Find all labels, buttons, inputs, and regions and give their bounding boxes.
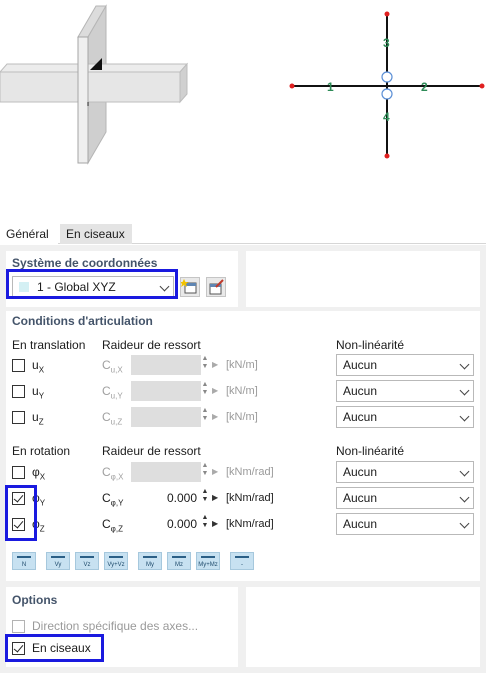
cux-arrow-icon[interactable]: ▶ <box>212 355 220 375</box>
cuy-symbol: Cu,Y <box>102 384 123 401</box>
translation-spring-header: Raideur de ressort <box>102 338 201 352</box>
tab-bar: Général En ciseaux <box>0 224 486 244</box>
translation-nonlinearity-header: Non-linéarité <box>336 338 405 352</box>
cux-value-input[interactable] <box>131 355 201 375</box>
conditions-panel: Conditions d'articulation En translation… <box>6 311 480 581</box>
cuz-unit: [kN/m] <box>226 411 258 423</box>
phiy-nonlinearity-select[interactable]: Aucun <box>336 487 474 509</box>
release-mz-button[interactable]: Mz <box>167 552 191 570</box>
cphiz-spinner[interactable]: ▲ ▼ <box>201 514 209 534</box>
release-my-mz-button[interactable]: My+Mz <box>196 552 220 570</box>
release-n-button[interactable]: N <box>12 552 36 570</box>
release-vy-vz-button[interactable]: Vy+Vz <box>104 552 128 570</box>
options-side-panel <box>246 587 480 667</box>
rotation-spring-header: Raideur de ressort <box>102 444 201 458</box>
release-vy-button[interactable]: Vy <box>46 552 70 570</box>
rotation-header: En rotation <box>12 444 71 458</box>
ux-checkbox[interactable] <box>12 359 25 372</box>
cux-spinner[interactable]: ▲ ▼ <box>201 355 209 375</box>
cuy-arrow-icon[interactable]: ▶ <box>212 381 220 401</box>
uy-checkbox[interactable] <box>12 385 25 398</box>
phix-nonlinearity-select[interactable]: Aucun <box>336 461 474 483</box>
coord-system-side-panel <box>246 251 480 307</box>
release-vz-button[interactable]: Vz <box>75 552 99 570</box>
axis-diagram: 1 2 3 4 <box>289 11 485 159</box>
cphix-arrow-icon[interactable]: ▶ <box>212 462 220 482</box>
axis-label-1: 1 <box>327 80 334 94</box>
coord-system-title: Système de coordonnées <box>12 256 158 270</box>
uz-nonlinearity-select[interactable]: Aucun <box>336 406 474 428</box>
cphiy-arrow-icon[interactable]: ▶ <box>212 488 220 508</box>
chevron-down-icon <box>459 518 470 529</box>
chevron-down-icon <box>459 359 470 370</box>
cphiz-arrow-icon[interactable]: ▶ <box>212 514 220 534</box>
axis-label-2: 2 <box>421 80 428 94</box>
chevron-down-icon <box>459 492 470 503</box>
uz-label: uZ <box>32 410 44 427</box>
main-area: Système de coordonnées 1 - Global XYZ Co… <box>0 245 486 673</box>
cuy-unit: [kN/m] <box>226 385 258 397</box>
cphix-symbol: Cφ,X <box>102 465 124 482</box>
cphiz-unit: [kNm/rad] <box>226 518 274 530</box>
axes-direction-label: Direction spécifique des axes... <box>32 619 199 633</box>
axis-label-3: 3 <box>383 36 390 50</box>
chevron-down-icon <box>459 385 470 396</box>
cphix-spinner[interactable]: ▲ ▼ <box>201 462 209 482</box>
chevron-down-icon <box>459 466 470 477</box>
cuz-arrow-icon[interactable]: ▶ <box>212 407 220 427</box>
phiz-nonlinearity-select[interactable]: Aucun <box>336 513 474 535</box>
cphix-unit: [kNm/rad] <box>226 466 274 478</box>
cphiy-unit: [kNm/rad] <box>226 492 274 504</box>
conditions-title: Conditions d'articulation <box>12 314 153 328</box>
cphiy-spinner[interactable]: ▲ ▼ <box>201 488 209 508</box>
edit-coord-system-icon <box>209 279 224 295</box>
rotation-nonlinearity-header: Non-linéarité <box>336 444 405 458</box>
cuy-value-input[interactable] <box>131 381 201 401</box>
cuz-symbol: Cu,Z <box>102 410 123 427</box>
scissors-highlight <box>5 634 104 662</box>
uz-checkbox[interactable] <box>12 411 25 424</box>
options-title: Options <box>12 593 58 607</box>
new-coord-system-button[interactable] <box>180 277 200 297</box>
coord-system-highlight <box>6 269 178 299</box>
hinge-model-3d <box>0 4 189 165</box>
ux-nonlinearity-select[interactable]: Aucun <box>336 354 474 376</box>
edit-coord-system-button[interactable] <box>206 277 226 297</box>
cphiz-value-input[interactable]: 0.000 <box>131 514 201 534</box>
preview-area: 1 2 3 4 <box>0 0 486 222</box>
cphix-value-input[interactable] <box>131 462 201 482</box>
release-my-button[interactable]: My <box>138 552 162 570</box>
cux-unit: [kN/m] <box>226 359 258 371</box>
chevron-down-icon <box>459 411 470 422</box>
preview-svg: 1 2 3 4 <box>0 4 485 165</box>
cuz-spinner[interactable]: ▲ ▼ <box>201 407 209 427</box>
new-coord-system-icon <box>180 279 197 294</box>
rotation-checkbox-highlight <box>5 485 37 541</box>
uy-label: uY <box>32 384 45 401</box>
cuy-spinner[interactable]: ▲ ▼ <box>201 381 209 401</box>
cux-symbol: Cu,X <box>102 358 123 375</box>
phix-checkbox[interactable] <box>12 466 25 479</box>
phix-label: φX <box>32 465 46 482</box>
cphiy-value-input[interactable]: 0.000 <box>131 488 201 508</box>
tab-scissors[interactable]: En ciseaux <box>60 224 132 244</box>
cphiz-symbol: Cφ,Z <box>102 517 123 534</box>
uy-nonlinearity-select[interactable]: Aucun <box>336 380 474 402</box>
axes-direction-checkbox[interactable] <box>12 620 25 633</box>
ux-label: uX <box>32 358 45 375</box>
axis-label-4: 4 <box>383 110 390 124</box>
tab-general[interactable]: Général <box>0 224 58 244</box>
translation-header: En translation <box>12 338 86 352</box>
cuz-value-input[interactable] <box>131 407 201 427</box>
cphiy-symbol: Cφ,Y <box>102 491 124 508</box>
release-none-button[interactable]: - <box>230 552 254 570</box>
